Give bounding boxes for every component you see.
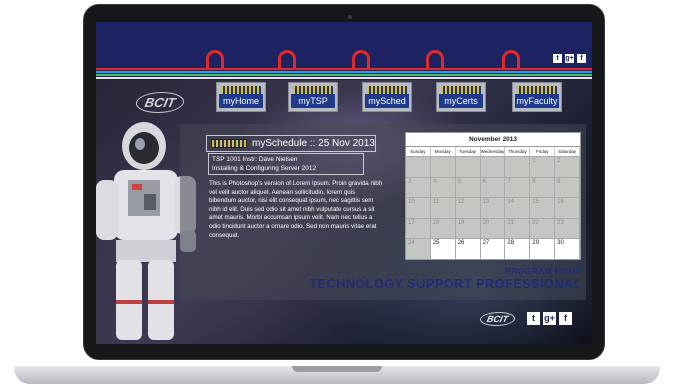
calendar-day[interactable]: 8: [530, 176, 556, 198]
header-stripe-green: [96, 74, 592, 76]
calendar-day[interactable]: 15: [530, 197, 556, 218]
calendar-day[interactable]: 9: [555, 176, 580, 198]
google-plus-icon[interactable]: g+: [565, 54, 574, 63]
calendar-day[interactable]: 17: [406, 217, 431, 239]
calendar-day[interactable]: 13: [480, 197, 506, 218]
nav-label: myFaculty: [515, 94, 559, 108]
cable-hook-icon: [206, 50, 224, 68]
calendar-day: [455, 156, 481, 177]
facebook-icon[interactable]: f: [559, 312, 572, 325]
calendar-day: [406, 156, 431, 177]
calendar-day[interactable]: 11: [430, 197, 456, 218]
google-plus-icon[interactable]: g+: [543, 312, 556, 325]
nav-item-mycerts[interactable]: myCerts: [436, 82, 486, 112]
cable-hook-icon: [426, 50, 444, 68]
calendar-day[interactable]: 29: [530, 238, 556, 259]
calendar-day[interactable]: 18: [430, 217, 456, 239]
calendar-day[interactable]: 20: [480, 217, 506, 239]
calendar-day[interactable]: 25: [430, 238, 456, 259]
calendar-day[interactable]: 2: [555, 156, 580, 177]
course-info-box: TSP 1001 Instr: Dave Nielsen Installing …: [208, 153, 364, 175]
calendar-day[interactable]: 12: [455, 197, 481, 218]
schedule-title-box: mySchedule :: 25 Nov 2013: [206, 135, 376, 152]
nav-item-mysched[interactable]: mySched: [362, 82, 412, 112]
calendar-day[interactable]: 23: [555, 217, 580, 239]
calendar-weekday: Wednesday: [480, 147, 506, 156]
calendar-weekday: Thursday: [505, 147, 531, 156]
calendar-month: November 2013: [406, 133, 580, 147]
calendar-day[interactable]: 27: [480, 238, 506, 259]
footer-social-links: t g+ f: [527, 312, 572, 325]
calendar-day[interactable]: 10: [406, 197, 431, 218]
calendar-day[interactable]: 7: [505, 176, 531, 198]
twitter-icon[interactable]: t: [527, 312, 540, 325]
calendar-day[interactable]: 5: [455, 176, 481, 198]
calendar-day: [430, 156, 456, 177]
calendar-weekday: Tuesday: [456, 147, 481, 156]
calendar-day: [505, 156, 531, 177]
calendar-weekday: Friday: [530, 147, 556, 156]
calendar-weekday: Monday: [431, 147, 456, 156]
schedule-body-text: This is Photoshop's version of Lorem Ips…: [209, 180, 383, 239]
calendar-day[interactable]: 14: [505, 197, 531, 218]
nav-label: myTSP: [291, 94, 335, 108]
calendar-day[interactable]: 6: [480, 176, 506, 198]
calendar-weekday: Sunday: [406, 147, 431, 156]
header-stripe-blue: [96, 71, 592, 73]
website-screen: t g+ f BCIT myHome myTSP mySched myCerts…: [96, 22, 592, 344]
calendar-day[interactable]: 21: [505, 217, 531, 239]
calendar-day[interactable]: 19: [455, 217, 481, 239]
course-instructor: TSP 1001 Instr: Dave Nielsen: [212, 156, 298, 163]
calendar-day: [480, 156, 506, 177]
cable-hook-icon: [352, 50, 370, 68]
program-name: TECHNOLOGY SUPPORT PROFESSIONAL: [309, 277, 582, 291]
calendar-grid: 1 2 3 4 5 6 7 8 9 10 11 12 13 14 15 16 17 18 19 20 21 22 23 24 2…: [406, 156, 580, 259]
calendar-day[interactable]: 28: [505, 238, 531, 259]
nav-item-myfaculty[interactable]: myFaculty: [512, 82, 562, 112]
twitter-icon[interactable]: t: [553, 54, 562, 63]
header-social-links: t g+ f: [553, 54, 586, 63]
cable-hook-icon: [278, 50, 296, 68]
nav-label: mySched: [365, 94, 409, 108]
nav-item-mytsp[interactable]: myTSP: [288, 82, 338, 112]
header-stripe-red: [96, 68, 592, 70]
calendar-day[interactable]: 3: [406, 176, 431, 198]
schedule-title: mySchedule :: 25 Nov 2013: [252, 138, 375, 149]
calendar-widget: November 2013 Sunday Monday Tuesday Wednesd…: [405, 132, 581, 260]
header-stripe-white: [96, 77, 592, 79]
course-name: Installing & Configuring Server 2012: [212, 165, 317, 172]
calendar-day[interactable]: 22: [530, 217, 556, 239]
network-cable-icon: [211, 139, 247, 148]
calendar-day[interactable]: 30: [555, 238, 580, 259]
calendar-day[interactable]: 24: [406, 238, 431, 259]
nav-label: myHome: [219, 94, 263, 108]
cable-hook-icon: [502, 50, 520, 68]
calendar-weekdays: Sunday Monday Tuesday Wednesday Thursday Frid…: [406, 147, 580, 156]
calendar-day[interactable]: 16: [555, 197, 580, 218]
facebook-icon[interactable]: f: [577, 54, 586, 63]
nav-item-myhome[interactable]: myHome: [216, 82, 266, 112]
calendar-day[interactable]: 4: [430, 176, 456, 198]
calendar-weekday: Saturday: [555, 147, 580, 156]
nav-label: myCerts: [439, 94, 483, 108]
laptop-notch: [292, 366, 382, 372]
webcam-icon: [348, 15, 352, 19]
calendar-day[interactable]: 26: [455, 238, 481, 259]
program-home-label[interactable]: PROGRAM HOME: [505, 266, 582, 276]
calendar-day[interactable]: 1: [530, 156, 556, 177]
